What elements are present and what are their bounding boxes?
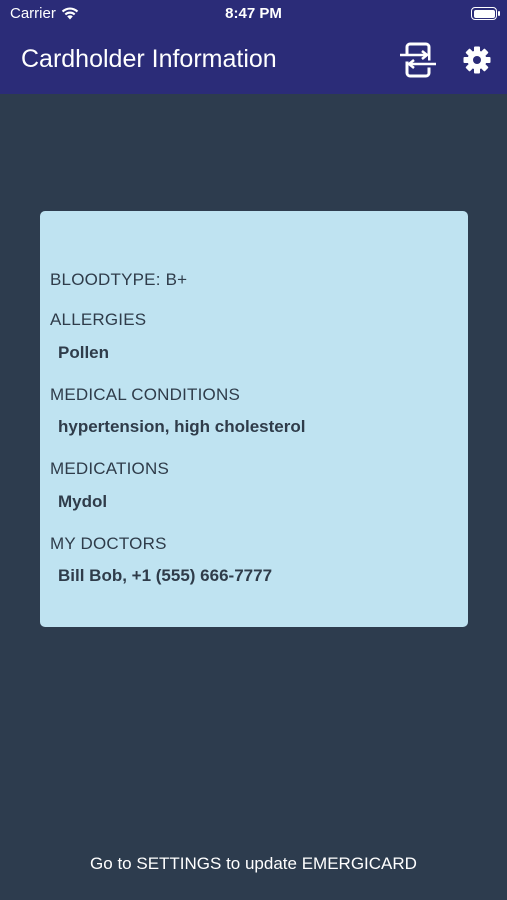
bloodtype-label: BLOODTYPE: B+ [50,270,188,289]
status-bar: Carrier 8:47 PM [0,0,507,28]
medications-value: Mydol [58,492,108,511]
my-doctors-value: Bill Bob, +1 (555) 666-7777 [58,566,273,585]
medical-info-card: BLOODTYPE: B+ ALLERGIES Pollen MEDICAL C… [40,211,468,627]
switch-card-icon[interactable] [398,42,438,78]
medical-conditions-label: MEDICAL CONDITIONS [50,385,240,404]
settings-hint: Go to SETTINGS to update EMERGICARD [90,854,417,873]
gear-icon[interactable] [462,45,492,75]
medical-conditions-value: hypertension, high cholesterol [58,417,306,436]
navigation-bar: Cardholder Information [0,28,507,94]
page-title: Cardholder Information [21,45,277,73]
allergies-label: ALLERGIES [50,310,147,329]
allergies-value: Pollen [58,343,110,362]
my-doctors-label: MY DOCTORS [50,534,167,553]
status-time: 8:47 PM [225,5,282,22]
battery-icon [471,7,500,20]
medications-label: MEDICATIONS [50,459,170,478]
